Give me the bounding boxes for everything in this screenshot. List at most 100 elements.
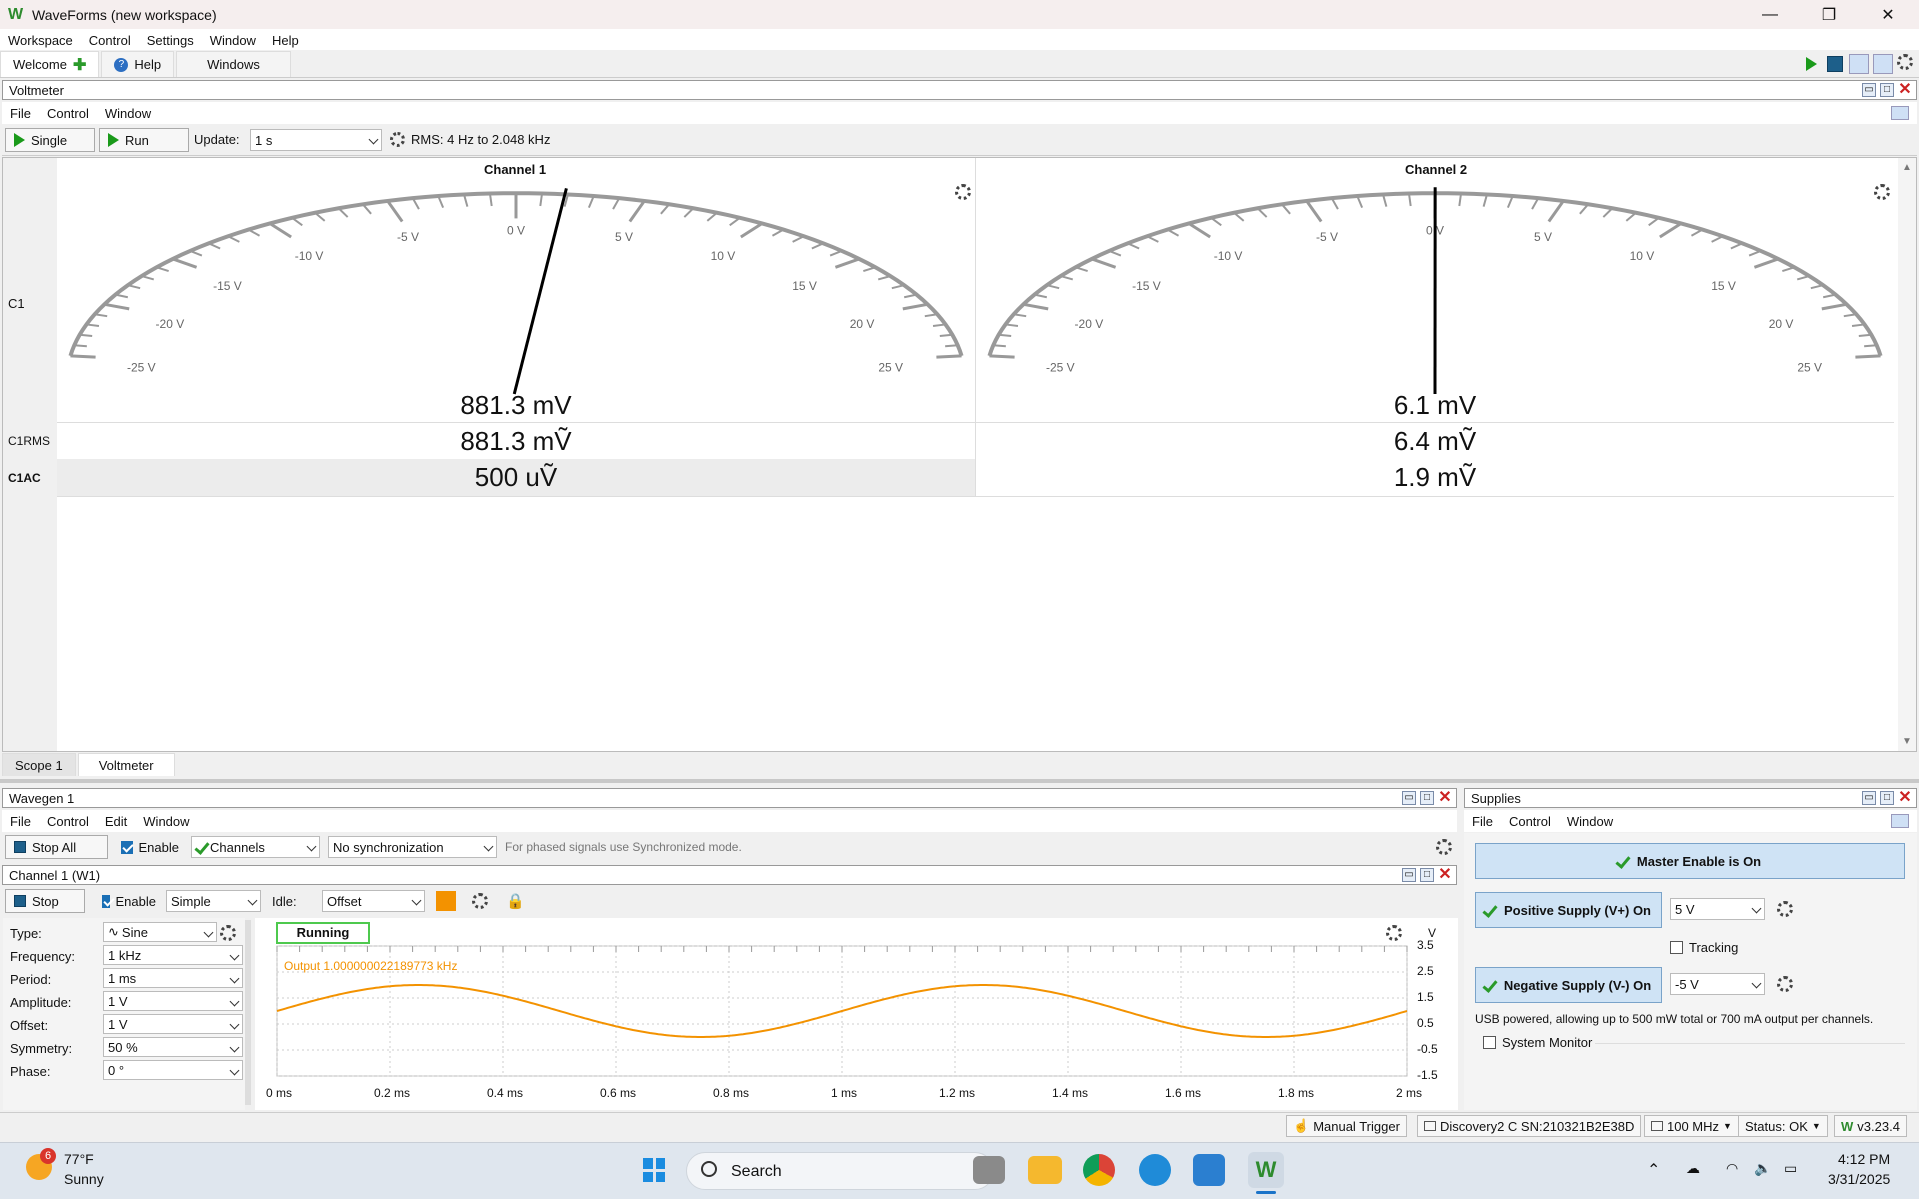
tab-windows[interactable]: Windows <box>176 51 291 77</box>
supplies-menu-window[interactable]: Window <box>1559 814 1621 829</box>
close-icon[interactable]: ✕ <box>1438 867 1452 883</box>
wifi-icon[interactable]: ◠ <box>1726 1160 1738 1177</box>
tab-voltmeter[interactable]: Voltmeter <box>77 753 175 776</box>
negative-voltage-select[interactable]: -5 V <box>1670 973 1765 995</box>
voltmeter-menu-window[interactable]: Window <box>97 106 159 121</box>
cascade-icon[interactable] <box>1849 54 1869 74</box>
wavegen-menu-control[interactable]: Control <box>39 814 97 829</box>
tab-help[interactable]: ? Help <box>101 51 175 77</box>
param-value-select[interactable]: 0 ° <box>103 1060 243 1080</box>
master-enable-button[interactable]: Master Enable is On <box>1475 843 1905 879</box>
chrome-icon[interactable] <box>1083 1154 1115 1186</box>
supplies-menu-control[interactable]: Control <box>1501 814 1559 829</box>
maximize-icon[interactable]: □ <box>1880 791 1894 805</box>
menu-workspace[interactable]: Workspace <box>0 33 81 48</box>
version-label[interactable]: Wv3.23.4 <box>1834 1115 1907 1137</box>
menu-control[interactable]: Control <box>81 33 139 48</box>
cloud-icon[interactable]: ☁ <box>1686 1160 1700 1177</box>
wavegen-menu-window[interactable]: Window <box>135 814 197 829</box>
voltmeter-menu-control[interactable]: Control <box>39 106 97 121</box>
maximize-icon[interactable]: □ <box>1420 791 1434 805</box>
channel-enable[interactable]: Enable <box>94 889 164 913</box>
tile-icon[interactable] <box>1873 54 1893 74</box>
chevron-up-icon[interactable]: ⌃ <box>1647 1160 1660 1180</box>
dock-icon[interactable]: ▭ <box>1402 868 1416 882</box>
close-icon[interactable]: ✕ <box>1898 82 1912 98</box>
param-value-select[interactable]: 1 V <box>103 991 243 1011</box>
maximize-icon[interactable]: □ <box>1880 83 1894 97</box>
voltmeter-menu-file[interactable]: File <box>2 106 39 121</box>
color-swatch[interactable] <box>436 891 456 911</box>
negative-supply-button[interactable]: Negative Supply (V-) On <box>1475 967 1662 1003</box>
run-all-icon[interactable] <box>1801 54 1821 74</box>
close-icon[interactable]: ✕ <box>1898 790 1912 806</box>
menu-help[interactable]: Help <box>264 33 307 48</box>
voltmeter-options-icon[interactable] <box>390 132 405 147</box>
plot-settings-icon[interactable] <box>1386 925 1402 941</box>
channel2-settings-icon[interactable] <box>1874 184 1890 200</box>
channels-select[interactable]: Channels <box>191 836 320 858</box>
task-view-icon[interactable] <box>973 1156 1005 1184</box>
minimize-button[interactable]: — <box>1747 0 1793 29</box>
wavegen-menu-edit[interactable]: Edit <box>97 814 135 829</box>
dock-icon[interactable]: ▭ <box>1862 791 1876 805</box>
positive-settings-icon[interactable] <box>1777 901 1793 917</box>
close-icon[interactable]: ✕ <box>1438 790 1452 806</box>
menu-window[interactable]: Window <box>202 33 264 48</box>
tab-welcome[interactable]: Welcome ✚ <box>0 51 100 77</box>
run-button[interactable]: Run <box>99 128 189 152</box>
undock-icon[interactable] <box>1891 106 1909 120</box>
tab-scope1[interactable]: Scope 1 <box>2 753 76 776</box>
edge-icon[interactable] <box>1139 1154 1171 1186</box>
param-value-select[interactable]: 50 % <box>103 1037 243 1057</box>
mode-select[interactable]: Simple <box>166 890 261 912</box>
param-value-select[interactable]: 1 V <box>103 1014 243 1034</box>
idle-select[interactable]: Offset <box>322 890 425 912</box>
system-monitor-checkbox[interactable]: System Monitor <box>1483 1035 1592 1050</box>
wavegen-menu-file[interactable]: File <box>2 814 39 829</box>
wavegen-settings-icon[interactable] <box>1436 839 1452 855</box>
dock-icon[interactable]: ▭ <box>1402 791 1416 805</box>
stop-all-icon[interactable] <box>1825 54 1845 74</box>
channel-options-icon[interactable] <box>472 893 488 909</box>
speaker-icon[interactable]: 🔈 <box>1754 1160 1771 1177</box>
positive-voltage-select[interactable]: 5 V <box>1670 898 1765 920</box>
channel-stop-button[interactable]: Stop <box>5 889 85 913</box>
settings-icon[interactable] <box>1897 54 1913 70</box>
voltmeter-scrollbar[interactable]: ▲ ▼ <box>1898 158 1916 751</box>
maximize-icon[interactable]: □ <box>1420 868 1434 882</box>
battery-icon[interactable]: ▭ <box>1784 1160 1797 1177</box>
add-icon[interactable]: ✚ <box>73 55 86 75</box>
update-select[interactable]: 1 s <box>250 129 382 151</box>
param-splitter[interactable] <box>245 920 251 1105</box>
tracking-checkbox[interactable]: Tracking <box>1670 940 1738 955</box>
param-value-select[interactable]: ∿ Sine <box>103 922 217 942</box>
param-value-select[interactable]: 1 ms <box>103 968 243 988</box>
taskbar-search[interactable]: Search <box>686 1152 994 1190</box>
close-button[interactable]: ✕ <box>1865 0 1911 29</box>
device-selector[interactable]: Discovery2 C SN:210321B2E38D <box>1417 1115 1642 1137</box>
dock-icon[interactable]: ▭ <box>1862 83 1876 97</box>
file-explorer-icon[interactable] <box>1028 1156 1062 1184</box>
single-button[interactable]: Single <box>5 128 95 152</box>
waveforms-taskbar-icon[interactable]: W <box>1248 1152 1284 1188</box>
status-indicator[interactable]: Status: OK ▼ <box>1738 1115 1828 1137</box>
splitter[interactable] <box>0 779 1919 783</box>
menu-settings[interactable]: Settings <box>139 33 202 48</box>
supplies-menu-file[interactable]: File <box>1464 814 1501 829</box>
restore-button[interactable]: ❐ <box>1806 0 1852 29</box>
positive-supply-button[interactable]: Positive Supply (V+) On <box>1475 892 1662 928</box>
undock-icon[interactable] <box>1891 814 1909 828</box>
stop-all-button[interactable]: Stop All <box>5 835 108 859</box>
param-value-select[interactable]: 1 kHz <box>103 945 243 965</box>
channel1-settings-icon[interactable] <box>955 184 971 200</box>
lock-icon[interactable]: 🔒 <box>506 892 525 910</box>
wavegen-enable[interactable]: Enable <box>113 835 187 859</box>
clock-selector[interactable]: 100 MHz ▼ <box>1644 1115 1739 1137</box>
param-settings-icon[interactable] <box>220 925 236 941</box>
vscode-icon[interactable] <box>1193 1154 1225 1186</box>
sync-select[interactable]: No synchronization <box>328 836 497 858</box>
negative-settings-icon[interactable] <box>1777 976 1793 992</box>
start-icon[interactable] <box>635 1150 673 1190</box>
manual-trigger-button[interactable]: ☝ Manual Trigger <box>1286 1115 1407 1137</box>
